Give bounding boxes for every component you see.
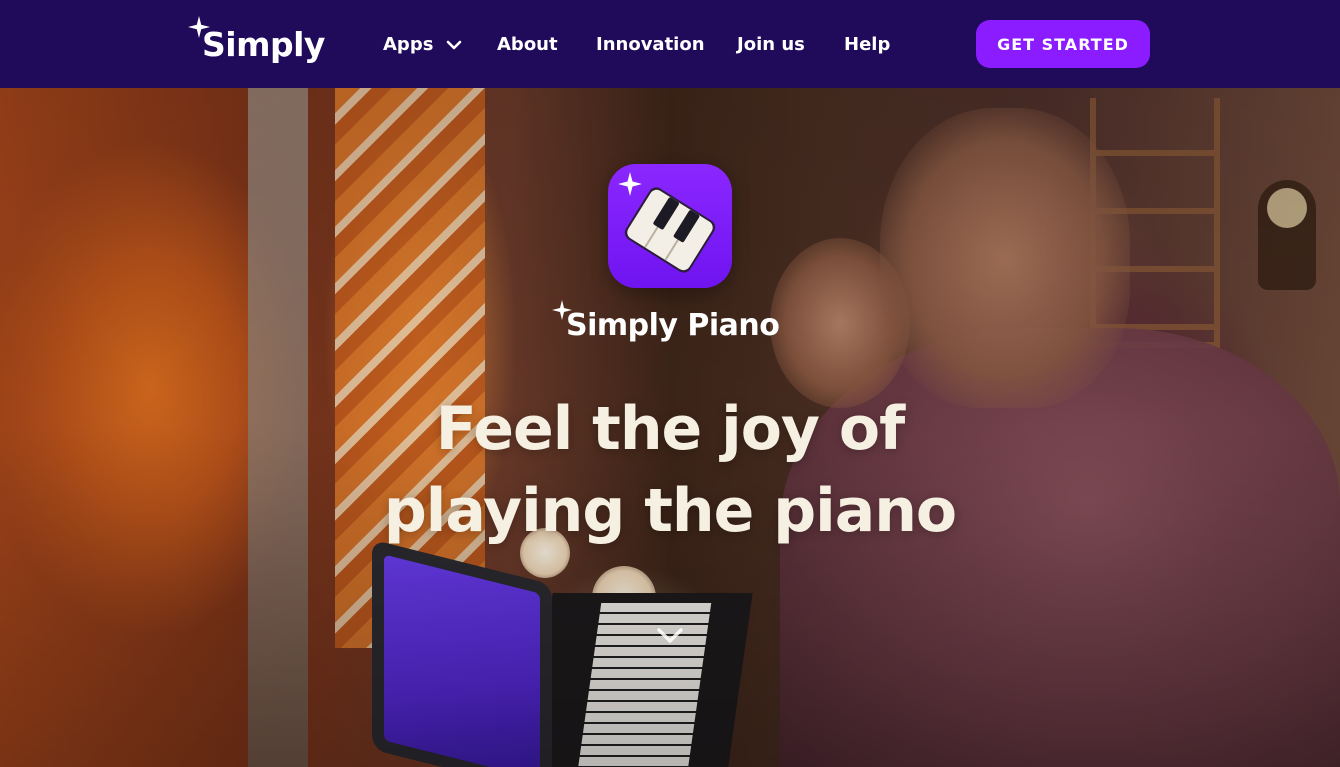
nav-item-apps[interactable]: Apps <box>383 30 462 60</box>
nav-item-label: About <box>497 34 558 55</box>
headline-line-1: Feel the joy of <box>435 394 906 464</box>
scroll-down-chevron-icon[interactable] <box>654 624 686 648</box>
nav-item-label: Help <box>844 34 891 55</box>
nav-item-join-us[interactable]: Join us <box>737 30 805 60</box>
logo-text: Simply <box>202 25 325 64</box>
chevron-down-icon <box>446 40 462 50</box>
product-title: Simply Piano <box>550 296 800 348</box>
hero-section: Simply Piano Feel the joy of playing the… <box>0 88 1340 767</box>
top-navigation: Simply Apps About Innovation Join us Hel… <box>0 0 1340 88</box>
hero-headline: Feel the joy of playing the piano <box>300 388 1040 552</box>
nav-item-label: Innovation <box>596 34 705 55</box>
product-name-text: Simply Piano <box>566 308 780 343</box>
get-started-button[interactable]: GET STARTED <box>976 20 1150 68</box>
simply-logo[interactable]: Simply <box>188 16 328 72</box>
nav-item-innovation[interactable]: Innovation <box>596 30 705 60</box>
simply-piano-app-icon <box>608 164 732 288</box>
headline-line-2: playing the piano <box>383 476 957 546</box>
piano-keys-icon <box>618 172 716 273</box>
nav-item-about[interactable]: About <box>497 30 558 60</box>
nav-item-label: Apps <box>383 34 434 55</box>
nav-item-label: Join us <box>737 34 805 55</box>
nav-item-help[interactable]: Help <box>844 30 890 60</box>
